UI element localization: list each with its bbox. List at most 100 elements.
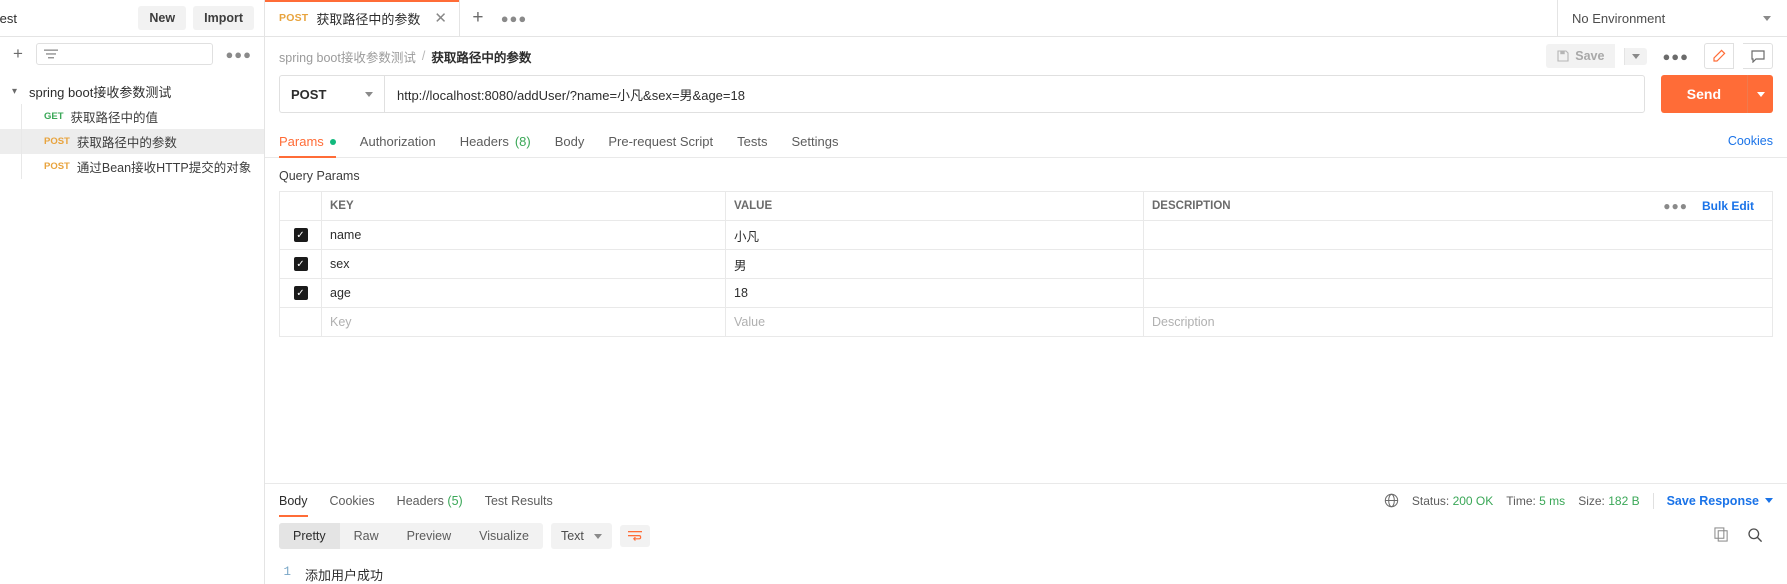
wrap-lines-icon (627, 531, 642, 541)
request-name: 获取路径中的参数 (76, 136, 177, 150)
line-number: 1 (283, 565, 291, 579)
tab-request-active[interactable]: POST 获取路径中的参数 ✕ (265, 0, 460, 36)
postman-window: test New Import POST 获取路径中的参数 ✕ + ●●● No… (0, 0, 1787, 584)
method-badge: GET (44, 111, 64, 122)
search-icon[interactable] (1747, 527, 1763, 546)
url-input[interactable]: http://localhost:8080/addUser/?name=小凡&s… (384, 75, 1645, 113)
header-key: KEY (322, 192, 726, 220)
chevron-down-icon (1632, 53, 1641, 59)
tab-authorization[interactable]: Authorization (360, 125, 436, 157)
send-options-button[interactable] (1747, 75, 1773, 113)
copy-glyph-icon (1714, 527, 1728, 542)
row-description[interactable] (1144, 250, 1772, 278)
sidebar-toolbar: + ●●● (0, 37, 264, 71)
tab-count: (8) (514, 134, 531, 149)
send-group: Send (1660, 75, 1773, 113)
response-view-bar: Pretty Raw Preview Visualize Text (265, 517, 1787, 557)
table-header-actions: ●●● Bulk Edit (1663, 199, 1764, 213)
tab-options-icon[interactable]: ●●● (496, 0, 532, 36)
tab-tests[interactable]: Tests (737, 125, 767, 157)
row-description[interactable] (1144, 221, 1772, 249)
row-value[interactable]: 小凡 (726, 221, 1144, 249)
row-value[interactable]: 男 (726, 250, 1144, 278)
tab-count: (5) (447, 494, 463, 508)
save-response-button[interactable]: Save Response (1667, 494, 1773, 508)
breadcrumb-collection[interactable]: spring boot接收参数测试 (279, 47, 416, 66)
send-button[interactable]: Send (1660, 75, 1747, 113)
response-tab-headers[interactable]: Headers (5) (397, 484, 463, 517)
response-tab-test-results[interactable]: Test Results (485, 484, 553, 517)
edit-icon[interactable] (1704, 43, 1734, 69)
workspace-bar: test New Import (0, 0, 265, 36)
view-pretty[interactable]: Pretty (279, 523, 340, 549)
response-tab-body[interactable]: Body (279, 484, 308, 517)
tab-headers[interactable]: Headers (8) (460, 125, 531, 157)
environment-selector[interactable]: No Environment (1557, 0, 1787, 36)
tab-bar: POST 获取路径中的参数 ✕ + ●●● No Environment (265, 0, 1787, 36)
save-button[interactable]: Save (1546, 44, 1616, 68)
tab-title-label: 获取路径中的参数 (316, 11, 421, 27)
method-badge: POST (44, 136, 70, 147)
import-button[interactable]: Import (193, 6, 254, 30)
sidebar-request-item-selected[interactable]: POST 获取路径中的参数 (0, 129, 264, 154)
row-value[interactable]: 18 (726, 279, 1144, 307)
save-dropdown[interactable] (1624, 47, 1648, 65)
table-header-row: KEY VALUE DESCRIPTION ●●● Bulk Edit (280, 192, 1772, 221)
bulk-edit-button[interactable]: Bulk Edit (1702, 199, 1754, 213)
table-row[interactable]: ✓ name 小凡 (280, 221, 1772, 250)
view-visualize[interactable]: Visualize (465, 523, 543, 549)
checkbox-checked-icon[interactable]: ✓ (293, 257, 308, 271)
chevron-down-icon (1765, 498, 1773, 503)
row-description[interactable] (1144, 279, 1772, 307)
tab-settings[interactable]: Settings (791, 125, 838, 157)
new-value-input[interactable]: Value (726, 308, 1144, 336)
tab-params[interactable]: Params (279, 125, 336, 158)
tab-pre-request-script[interactable]: Pre-request Script (608, 125, 713, 157)
tab-label: Body (554, 134, 585, 149)
table-row-empty[interactable]: Key Value Description (280, 308, 1772, 337)
panel-spacer (265, 337, 1787, 483)
search-glyph-icon (1748, 527, 1763, 542)
more-actions-icon[interactable]: ●●● (1656, 49, 1695, 64)
copy-icon[interactable] (1714, 527, 1729, 545)
tab-body[interactable]: Body (555, 125, 585, 157)
table-row[interactable]: ✓ sex 男 (280, 250, 1772, 279)
response-format-selector[interactable]: Text (550, 523, 612, 549)
breadcrumb-separator: / (421, 49, 426, 63)
row-checkbox-cell: ✓ (280, 279, 322, 307)
new-key-input[interactable]: Key (322, 308, 726, 336)
view-preview[interactable]: Preview (393, 523, 465, 549)
view-raw[interactable]: Raw (340, 523, 393, 549)
checkbox-checked-icon[interactable]: ✓ (293, 286, 308, 300)
sidebar-request-item[interactable]: GET 获取路径中的值 (0, 104, 264, 129)
chevron-down-icon (1763, 15, 1771, 21)
workspace-name: test (0, 10, 17, 26)
table-row[interactable]: ✓ age 18 (280, 279, 1772, 308)
wrap-lines-button[interactable] (619, 525, 650, 547)
row-key[interactable]: sex (322, 250, 726, 278)
chevron-down-icon (593, 533, 602, 539)
new-description-input[interactable]: Description (1144, 308, 1772, 336)
time-label: Time: (1506, 493, 1536, 508)
filter-input[interactable] (36, 43, 214, 65)
new-tab-icon[interactable]: + (460, 0, 496, 36)
breadcrumb-current: 获取路径中的参数 (431, 50, 532, 65)
collection-tree: ▾ spring boot接收参数测试 GET 获取路径中的值 POST 获取路… (0, 71, 264, 179)
response-tab-cookies[interactable]: Cookies (330, 484, 375, 517)
comment-icon[interactable] (1743, 43, 1773, 69)
checkbox-checked-icon[interactable]: ✓ (293, 228, 308, 242)
row-key[interactable]: name (322, 221, 726, 249)
chevron-down-icon[interactable]: ▾ (12, 87, 21, 97)
method-value: POST (291, 86, 327, 102)
plus-icon[interactable]: + (8, 44, 28, 64)
new-button[interactable]: New (138, 6, 187, 30)
sidebar-request-item[interactable]: POST 通过Bean接收HTTP提交的对象 (0, 154, 264, 179)
sidebar-options-icon[interactable]: ●●● (221, 47, 256, 62)
row-key[interactable]: age (322, 279, 726, 307)
cookies-link[interactable]: Cookies (1728, 125, 1773, 157)
collection-row[interactable]: ▾ spring boot接收参数测试 (0, 79, 264, 104)
method-selector[interactable]: POST (279, 75, 384, 113)
table-options-icon[interactable]: ●●● (1663, 199, 1688, 213)
save-label: Save (1575, 49, 1605, 63)
close-icon[interactable]: ✕ (434, 11, 447, 26)
